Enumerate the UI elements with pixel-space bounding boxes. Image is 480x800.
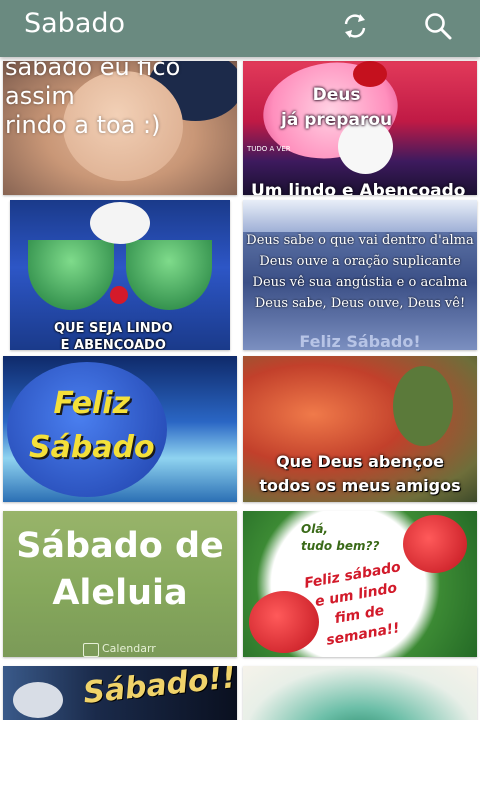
tile-1-caption: sabado eu fico assim rindo a toa :) — [5, 61, 181, 139]
doves-shape — [90, 202, 150, 244]
app-bar: Sabado — [0, 0, 480, 57]
glass-right — [126, 240, 212, 310]
image-tile-8[interactable]: Olá, tudo bem?? Feliz sábado e um lindo … — [243, 511, 477, 657]
tile-3-caption: QUE SEJA LINDO E ABENÇOADO — [54, 321, 173, 350]
image-grid: sabado eu fico assim rindo a toa :) Deus… — [0, 57, 480, 720]
app-title: Sabado — [24, 8, 126, 39]
search-icon[interactable] — [418, 6, 458, 46]
tile-8-caption-2: Feliz sábado e um lindo fim de semana!! — [303, 559, 402, 649]
image-tile-3[interactable]: QUE SEJA LINDO E ABENÇOADO — [10, 200, 230, 350]
calendar-icon — [83, 643, 99, 657]
tile-2-caption: Deus já preparou — [281, 85, 393, 130]
image-tile-1[interactable]: sabado eu fico assim rindo a toa :) — [3, 61, 237, 195]
image-tile-6[interactable]: Que Deus abençoe todos os meus amigos — [243, 356, 477, 502]
tile-5-caption: Feliz Sábado — [29, 386, 155, 465]
tile-6-caption: Que Deus abençoe todos os meus amigos — [259, 452, 461, 495]
bottom-blank-area — [0, 720, 480, 800]
tile-7-small-text: Calendarr — [102, 642, 156, 655]
bird-shape — [13, 682, 63, 718]
heart-shape-small — [110, 286, 128, 304]
image-tile-4[interactable]: Deus sabe o que vai dentro d'alma Deus o… — [243, 200, 477, 350]
rose-top-right — [403, 515, 467, 573]
tile-4-footer: Feliz Sábado! — [299, 332, 421, 350]
tile-2-footer: Um lindo e Abençoado — [251, 181, 466, 195]
tile-8-caption: Olá, tudo bem?? — [301, 522, 380, 553]
tile-9-caption: Sábado!! — [81, 666, 237, 711]
leaf-shape — [393, 366, 453, 446]
image-tile-10[interactable] — [243, 666, 477, 720]
tile-4-caption: Deus sabe o que vai dentro d'alma Deus o… — [246, 233, 474, 311]
tile-2-small-text: TUDO A VER — [247, 145, 291, 153]
image-tile-5[interactable]: Feliz Sábado — [3, 356, 237, 502]
tile-7-caption: Sábado de Aleluia — [16, 526, 224, 613]
glass-left — [28, 240, 114, 310]
image-tile-2[interactable]: Deus já preparou TUDO A VER Um lindo e A… — [243, 61, 477, 195]
refresh-icon[interactable] — [335, 6, 375, 46]
image-tile-9[interactable]: Sábado!! — [3, 666, 237, 720]
snow-peaks — [243, 200, 477, 232]
image-tile-7[interactable]: Sábado de Aleluia Calendarr — [3, 511, 237, 657]
